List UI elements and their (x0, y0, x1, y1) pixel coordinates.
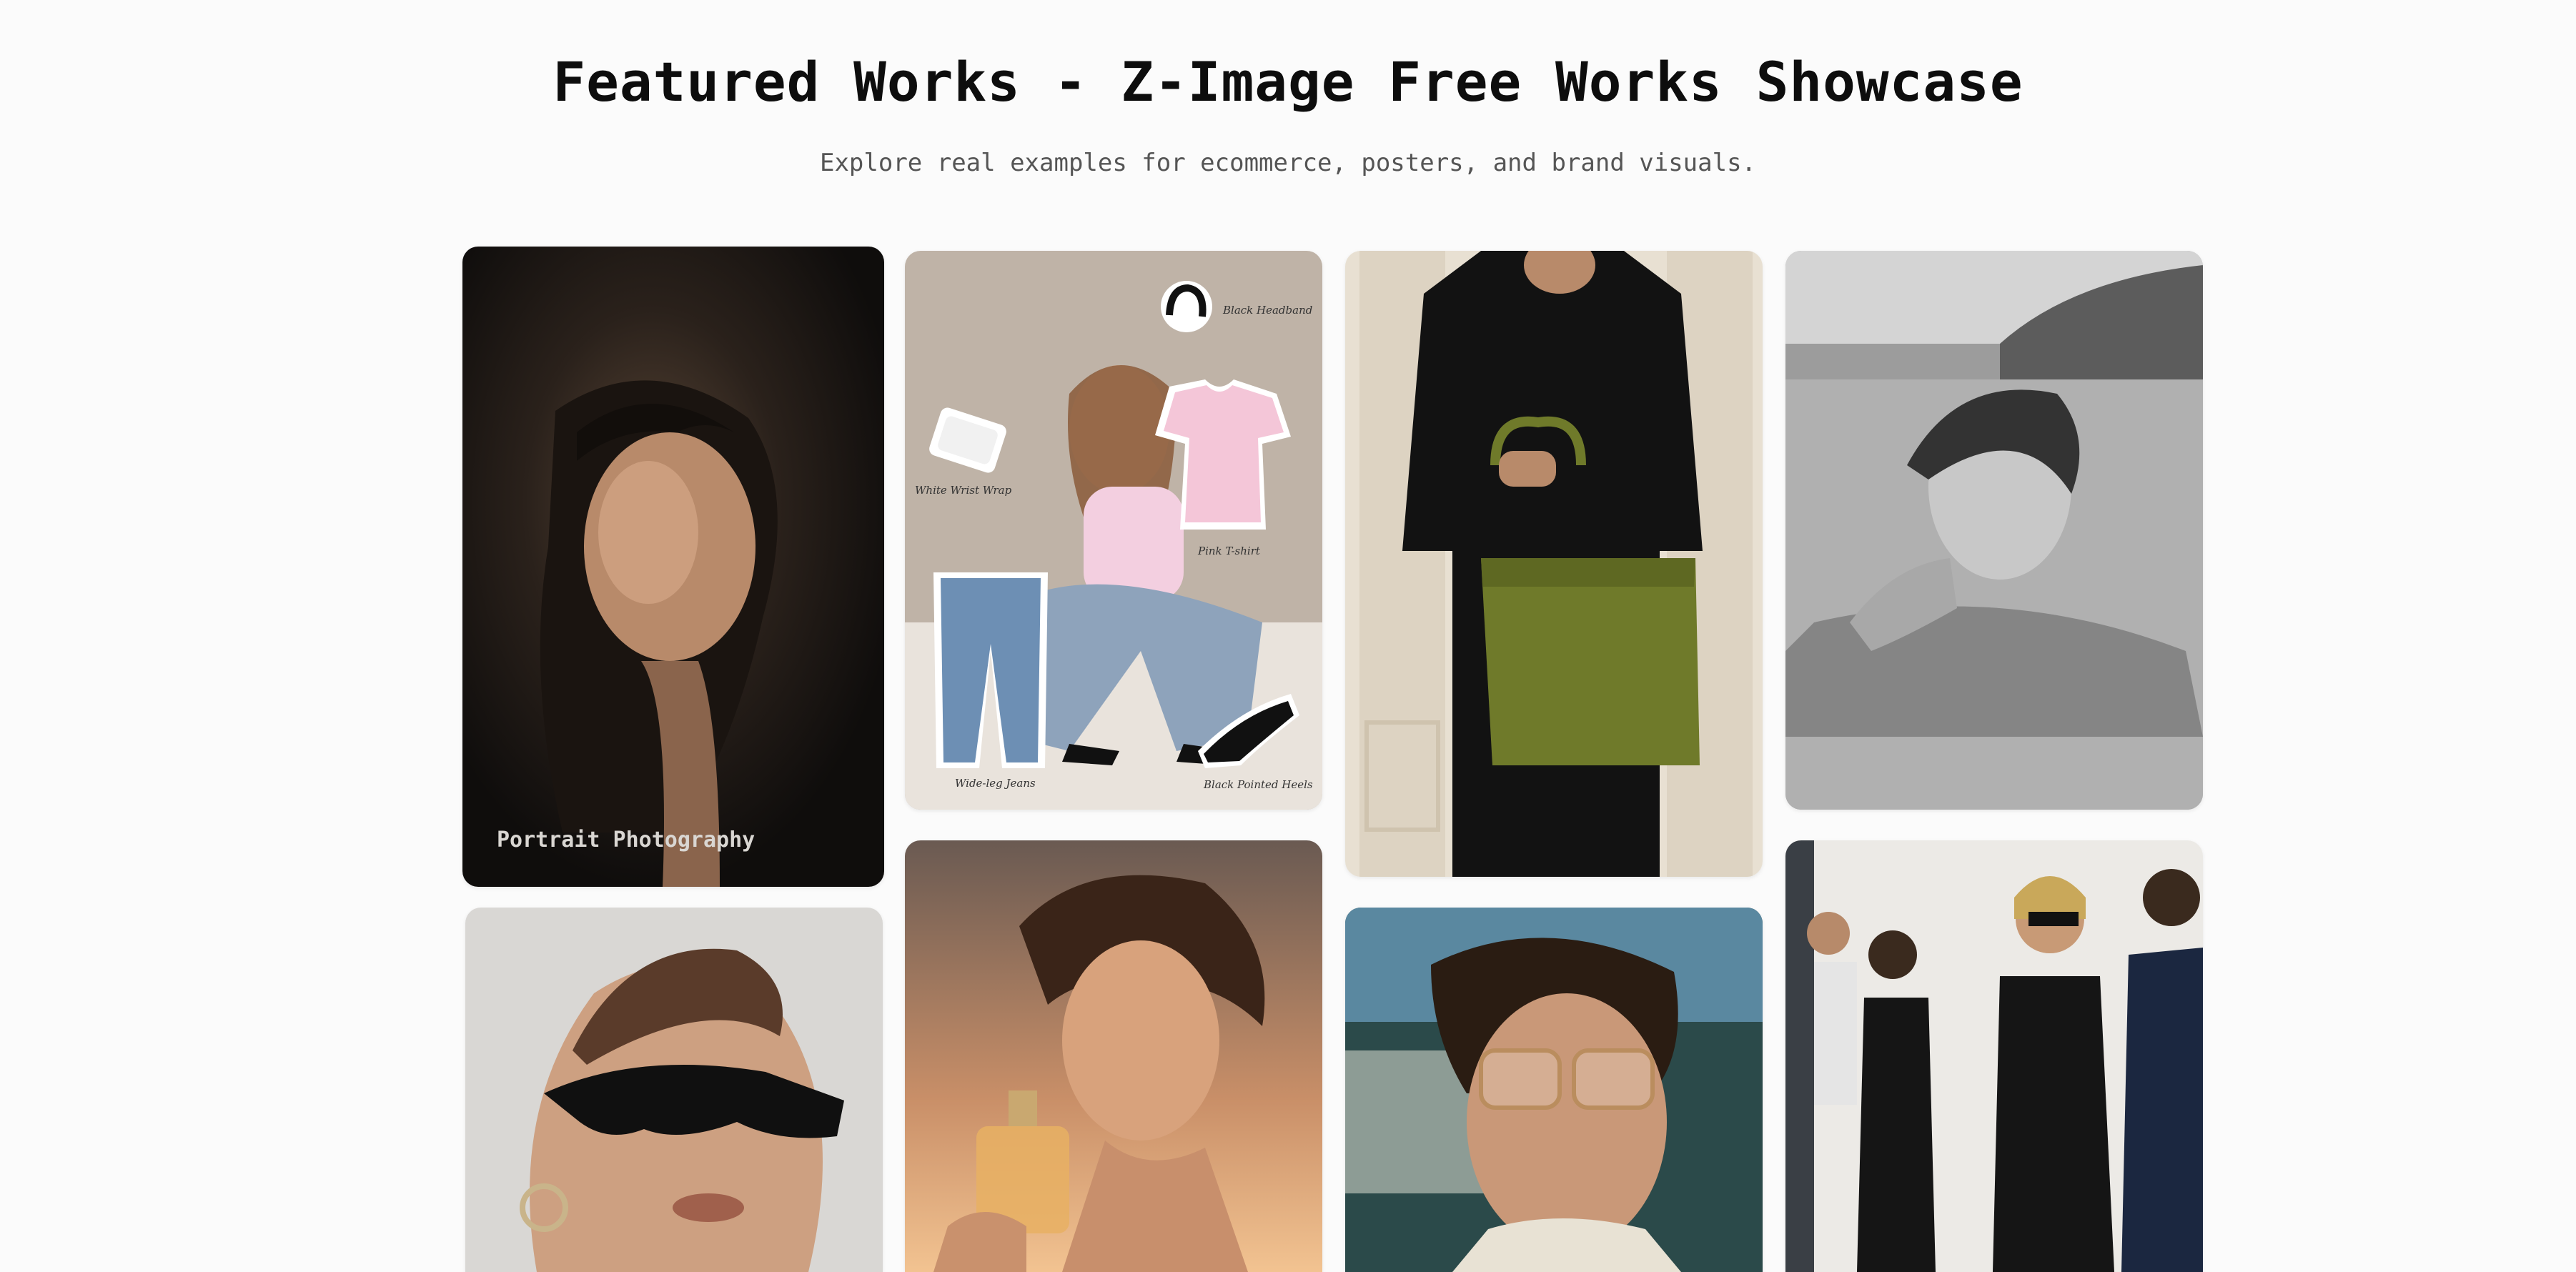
street-group-image (1785, 840, 2203, 1272)
gallery-card-portrait[interactable]: Portrait Photography (462, 247, 884, 887)
gallery-card-tote-bag[interactable] (1345, 251, 1763, 877)
beach-portrait-image (1785, 251, 2203, 810)
aviator-image (1345, 908, 1763, 1272)
card-caption: Portrait Photography (497, 828, 756, 853)
sticker-label-heels: Black Pointed Heels (1203, 778, 1313, 791)
sticker-label-wrist-wrap: White Wrist Wrap (915, 484, 1012, 497)
perfume-image (905, 840, 1322, 1272)
page-title: Featured Works - Z-Image Free Works Show… (553, 50, 2023, 114)
sticker-label-jeans: Wide-leg Jeans (955, 777, 1036, 790)
sticker-label-headband: Black Headband (1222, 304, 1312, 317)
sticker-label-tshirt: Pink T-shirt (1197, 545, 1261, 557)
tote-bag-image (1345, 251, 1763, 877)
outfit-image: Black Headband White Wrist Wrap Pink T-s… (905, 251, 1322, 810)
sunglasses-image (465, 908, 883, 1272)
gallery-card-street-group[interactable] (1785, 840, 2203, 1272)
gallery-card-outfit[interactable]: Black Headband White Wrist Wrap Pink T-s… (905, 251, 1322, 810)
portrait-image (462, 247, 884, 887)
gallery-card-sunglasses[interactable] (465, 908, 883, 1272)
gallery-card-aviator[interactable] (1345, 908, 1763, 1272)
sticker-headband (1161, 281, 1212, 332)
gallery-card-perfume[interactable] (905, 840, 1322, 1272)
page-subtitle: Explore real examples for ecommerce, pos… (819, 149, 1757, 177)
gallery-card-beach[interactable] (1785, 251, 2203, 810)
